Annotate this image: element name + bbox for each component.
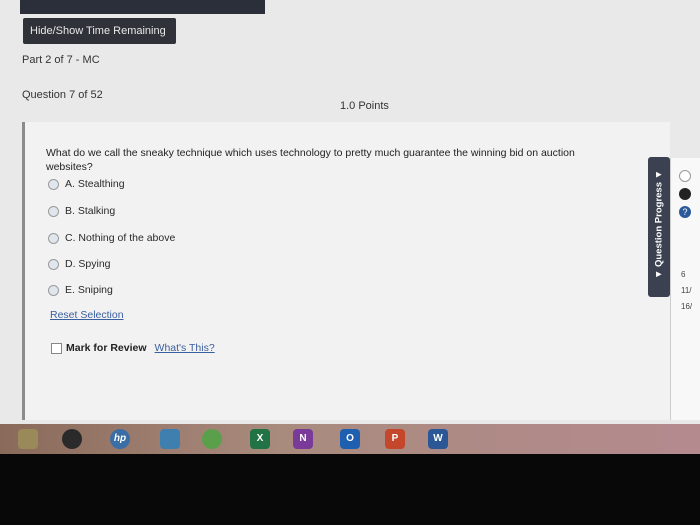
radio-button[interactable] (48, 205, 59, 217)
progress-item[interactable]: 6 (681, 270, 685, 279)
top-header-bar (20, 0, 265, 14)
status-circle-icon (679, 170, 691, 182)
browser-screen: Hide/Show Time Remaining Part 2 of 7 - M… (0, 0, 700, 440)
option-label: E. Sniping (65, 284, 113, 296)
question-progress-label: ▼ Question Progress ▼ (653, 169, 665, 280)
progress-item[interactable]: 16/ (681, 302, 692, 311)
reset-selection-link[interactable]: Reset Selection (50, 309, 124, 321)
question-number-label: Question 7 of 52 (22, 89, 103, 101)
whats-this-link[interactable]: What's This? (155, 342, 215, 354)
radio-button[interactable] (48, 232, 59, 244)
word-icon[interactable]: W (428, 429, 448, 449)
option-c[interactable]: C. Nothing of the above (48, 232, 175, 244)
taskbar: hp X N O P W (0, 424, 700, 454)
radio-button[interactable] (48, 284, 59, 296)
progress-item[interactable]: 11/ (681, 286, 692, 295)
question-progress-tab[interactable]: ▼ Question Progress ▼ (648, 157, 670, 297)
filled-circle-icon (679, 188, 691, 200)
folder-icon[interactable] (18, 429, 38, 449)
outlook-icon[interactable]: O (340, 429, 360, 449)
radio-button[interactable] (48, 258, 59, 270)
part-label: Part 2 of 7 - MC (22, 54, 100, 66)
radio-button[interactable] (48, 178, 59, 190)
option-label: C. Nothing of the above (65, 232, 176, 244)
option-b[interactable]: B. Stalking (48, 205, 115, 217)
progress-panel: ? 6 11/ 16/ (670, 158, 700, 420)
chrome-icon[interactable] (202, 429, 222, 449)
mark-review-checkbox[interactable] (51, 342, 62, 354)
option-e[interactable]: E. Sniping (48, 284, 113, 296)
help-icon[interactable]: ? (679, 206, 691, 218)
mark-for-review[interactable]: Mark for Review What's This? (51, 342, 215, 354)
screen-icon[interactable] (160, 429, 180, 449)
hp-icon[interactable]: hp (110, 429, 130, 449)
excel-icon[interactable]: X (250, 429, 270, 449)
option-label: B. Stalking (65, 205, 116, 217)
chrome-icon[interactable] (62, 429, 82, 449)
option-a[interactable]: A. Stealthing (48, 178, 125, 190)
monitor-bezel (0, 454, 700, 525)
option-label: D. Spying (65, 258, 111, 270)
powerpoint-icon[interactable]: P (385, 429, 405, 449)
option-d[interactable]: D. Spying (48, 258, 111, 270)
onenote-icon[interactable]: N (293, 429, 313, 449)
mark-review-label: Mark for Review (66, 342, 147, 354)
points-label: 1.0 Points (340, 100, 389, 112)
option-label: A. Stealthing (65, 178, 125, 190)
hide-show-time-button[interactable]: Hide/Show Time Remaining (23, 18, 176, 44)
question-text: What do we call the sneaky technique whi… (46, 147, 575, 173)
